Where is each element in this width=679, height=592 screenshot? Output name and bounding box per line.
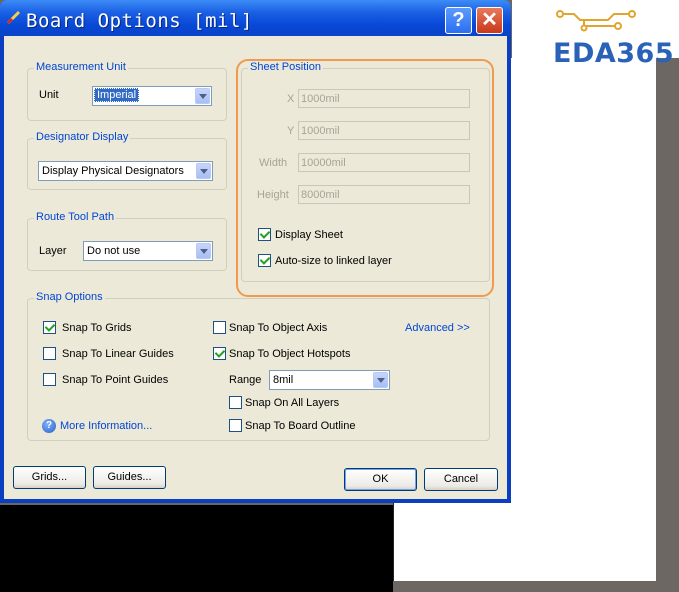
snap-to-grids-checkbox[interactable]: [43, 321, 56, 334]
layer-label: Layer: [39, 245, 67, 257]
snap-to-object-hotspots-label: Snap To Object Hotspots: [229, 348, 351, 360]
ok-button[interactable]: OK: [344, 468, 417, 491]
help-button[interactable]: ?: [445, 7, 472, 34]
snap-on-all-layers-label: Snap On All Layers: [245, 397, 340, 409]
board-options-dialog: Board Options [mil] ? ✕ Measurement Unit…: [0, 0, 511, 503]
range-label: Range: [229, 374, 262, 386]
cancel-button[interactable]: Cancel: [424, 468, 498, 491]
chevron-down-icon[interactable]: [196, 163, 211, 179]
chevron-down-icon[interactable]: [373, 372, 388, 388]
advanced-link[interactable]: Advanced >>: [405, 322, 470, 334]
unit-dropdown-value: Imperial: [94, 88, 140, 102]
sheet-x-input[interactable]: 1000mil: [298, 89, 470, 108]
close-button[interactable]: ✕: [476, 7, 503, 34]
range-dropdown[interactable]: 8mil: [269, 370, 390, 390]
designator-display-title: Designator Display: [34, 131, 131, 143]
chevron-down-icon[interactable]: [196, 243, 211, 259]
sheet-width-value: 10000mil: [301, 157, 346, 169]
sheet-height-value: 8000mil: [301, 189, 340, 201]
sheet-y-input[interactable]: 1000mil: [298, 121, 470, 140]
sheet-y-label: Y: [287, 125, 295, 137]
eda365-watermark: EDA365: [553, 38, 675, 69]
snap-on-all-layers-checkbox[interactable]: [229, 396, 242, 409]
auto-size-checkbox[interactable]: [258, 254, 271, 267]
dialog-body: Measurement Unit Unit Imperial Designato…: [4, 36, 507, 499]
snap-to-board-outline-checkbox[interactable]: [229, 419, 242, 432]
designator-display-value: Display Physical Designators: [42, 165, 184, 177]
snap-options-group: Snap Options Snap To Grids Snap To Linea…: [27, 291, 490, 441]
chevron-down-icon[interactable]: [195, 88, 210, 104]
sheet-position-title: Sheet Position: [248, 61, 323, 73]
display-sheet-label: Display Sheet: [275, 229, 343, 241]
sheet-y-value: 1000mil: [301, 125, 340, 137]
route-tool-path-group: Route Tool Path Layer Do not use: [27, 211, 227, 271]
window-title: Board Options [mil]: [26, 10, 253, 32]
layer-dropdown-value: Do not use: [87, 245, 141, 257]
sheet-width-input[interactable]: 10000mil: [298, 153, 470, 172]
sheet-height-label: Height: [257, 189, 289, 201]
snap-to-object-hotspots-checkbox[interactable]: [213, 347, 226, 360]
workspace-dark-area: [0, 505, 393, 592]
measurement-unit-title: Measurement Unit: [34, 61, 128, 73]
sheet-height-input[interactable]: 8000mil: [298, 185, 470, 204]
snap-to-object-axis-checkbox[interactable]: [213, 321, 226, 334]
snap-to-point-guides-checkbox[interactable]: [43, 373, 56, 386]
sheet-x-value: 1000mil: [301, 93, 340, 105]
snap-to-linear-guides-label: Snap To Linear Guides: [62, 348, 174, 360]
layer-dropdown[interactable]: Do not use: [83, 241, 213, 261]
range-dropdown-value: 8mil: [273, 374, 294, 386]
title-bar[interactable]: Board Options [mil] ? ✕: [0, 0, 511, 36]
snap-to-object-axis-label: Snap To Object Axis: [229, 322, 328, 334]
snap-options-title: Snap Options: [34, 291, 105, 303]
display-sheet-checkbox[interactable]: [258, 228, 271, 241]
snap-to-linear-guides-checkbox[interactable]: [43, 347, 56, 360]
snap-to-grids-label: Snap To Grids: [62, 322, 132, 334]
unit-dropdown[interactable]: Imperial: [92, 86, 212, 106]
guides-button[interactable]: Guides...: [93, 466, 166, 489]
auto-size-label: Auto-size to linked layer: [275, 255, 392, 267]
sheet-width-label: Width: [259, 157, 288, 169]
unit-label: Unit: [39, 89, 59, 101]
grids-button[interactable]: Grids...: [13, 466, 86, 489]
measurement-unit-group: Measurement Unit Unit Imperial: [27, 61, 227, 121]
route-tool-path-title: Route Tool Path: [34, 211, 117, 223]
sheet-position-group: Sheet Position X 1000mil Y 1000mil Width…: [241, 61, 490, 282]
snap-to-board-outline-label: Snap To Board Outline: [245, 420, 356, 432]
sheet-x-label: X: [287, 93, 295, 105]
app-icon: [6, 10, 21, 25]
info-icon: ?: [42, 419, 56, 433]
designator-display-dropdown[interactable]: Display Physical Designators: [38, 161, 213, 181]
more-information-link[interactable]: More Information...: [60, 420, 152, 432]
designator-display-group: Designator Display Display Physical Desi…: [27, 131, 227, 190]
snap-to-point-guides-label: Snap To Point Guides: [62, 374, 169, 386]
